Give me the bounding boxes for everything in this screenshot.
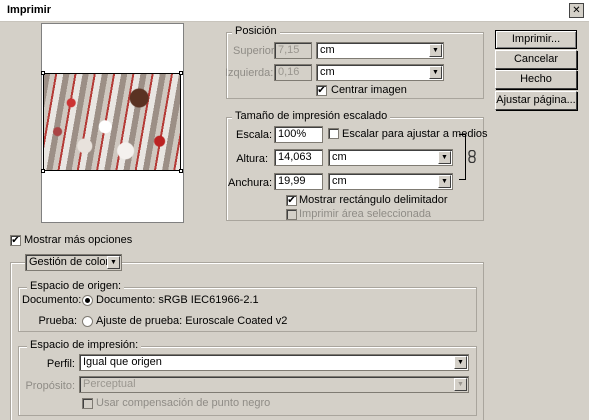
height-unit-select[interactable]: cm ▼	[328, 149, 453, 166]
proof-option[interactable]: Ajuste de prueba: Euroscale Coated v2	[96, 315, 287, 327]
resize-handle-bottom-left[interactable]	[41, 169, 45, 173]
bounding-box-checkbox[interactable]: ✔	[286, 195, 297, 206]
width-input[interactable]: 19,99	[274, 173, 323, 190]
left-label: Izquierda:	[225, 67, 274, 79]
preview-image[interactable]	[43, 73, 181, 171]
profile-select[interactable]: Igual que origen ▼	[79, 354, 469, 371]
print-space-legend: Espacio de impresión:	[27, 339, 142, 351]
close-icon[interactable]: ✕	[569, 3, 584, 18]
bounding-box-label[interactable]: Mostrar rectángulo delimitador	[299, 194, 448, 206]
left-input[interactable]: 0,16	[274, 64, 312, 81]
print-selection-label[interactable]: Imprimir área seleccionada	[299, 208, 431, 220]
width-label: Anchura:	[228, 177, 273, 189]
profile-label: Perfil:	[46, 358, 75, 370]
scaled-size-legend: Tamaño de impresión escalado	[232, 110, 391, 122]
top-label: Superior:	[233, 45, 278, 57]
title-bar: Imprimir ✕	[0, 0, 589, 22]
top-unit-value: cm	[320, 44, 335, 56]
chevron-down-icon[interactable]: ▼	[438, 151, 451, 164]
document-label: Documento:	[22, 294, 82, 306]
options-category-value: Gestión de color	[29, 256, 110, 268]
source-space-legend: Espacio de origen:	[27, 280, 125, 292]
position-legend: Posición	[232, 25, 280, 37]
chevron-down-icon[interactable]: ▼	[107, 256, 120, 269]
print-selection-checkbox[interactable]	[286, 209, 297, 220]
black-point-checkbox[interactable]	[82, 398, 93, 409]
resize-handle-bottom-right[interactable]	[179, 169, 183, 173]
more-options-label[interactable]: Mostrar más opciones	[24, 234, 132, 246]
intent-select[interactable]: Perceptual ▼	[79, 376, 469, 393]
chevron-down-icon[interactable]: ▼	[429, 44, 442, 57]
page-setup-button[interactable]: Ajustar página...	[495, 91, 577, 110]
width-unit-select[interactable]: cm ▼	[328, 173, 453, 190]
window-title: Imprimir	[7, 4, 52, 16]
intent-value: Perceptual	[83, 378, 136, 390]
profile-value: Igual que origen	[83, 356, 162, 368]
chevron-down-icon[interactable]: ▼	[454, 356, 467, 369]
resize-handle-top-right[interactable]	[179, 71, 183, 75]
intent-label: Propósito:	[25, 380, 75, 392]
print-button[interactable]: Imprimir...	[495, 30, 577, 49]
height-label: Altura:	[236, 153, 268, 165]
scale-input[interactable]: 100%	[274, 126, 323, 143]
left-unit-select[interactable]: cm ▼	[316, 64, 444, 81]
chevron-down-icon[interactable]: ▼	[454, 378, 467, 391]
document-option[interactable]: Documento: sRGB IEC61966-2.1	[96, 294, 259, 306]
resize-handle-top-left[interactable]	[41, 71, 45, 75]
width-unit-value: cm	[332, 175, 347, 187]
done-button[interactable]: Hecho	[495, 70, 577, 89]
proof-radio[interactable]	[82, 316, 93, 327]
black-point-label[interactable]: Usar compensación de punto negro	[96, 397, 270, 409]
top-unit-select[interactable]: cm ▼	[316, 42, 444, 59]
height-input[interactable]: 14,063	[274, 149, 323, 166]
options-category-select[interactable]: Gestión de color ▼	[25, 254, 122, 271]
scale-label: Escala:	[236, 129, 273, 141]
cancel-button[interactable]: Cancelar	[495, 50, 577, 69]
center-image-checkbox[interactable]: ✔	[316, 85, 327, 96]
fit-media-checkbox[interactable]	[328, 128, 339, 139]
document-radio[interactable]	[82, 295, 93, 306]
center-image-label[interactable]: Centrar imagen	[331, 84, 407, 96]
chevron-down-icon[interactable]: ▼	[438, 175, 451, 188]
proof-label: Prueba:	[38, 315, 77, 327]
left-unit-value: cm	[320, 66, 335, 78]
more-options-checkbox[interactable]: ✔	[10, 235, 21, 246]
chevron-down-icon[interactable]: ▼	[429, 66, 442, 79]
top-input[interactable]: 7,15	[274, 42, 312, 59]
height-unit-value: cm	[332, 151, 347, 163]
chain-link-icon[interactable]	[468, 149, 478, 164]
link-bracket	[459, 134, 466, 180]
